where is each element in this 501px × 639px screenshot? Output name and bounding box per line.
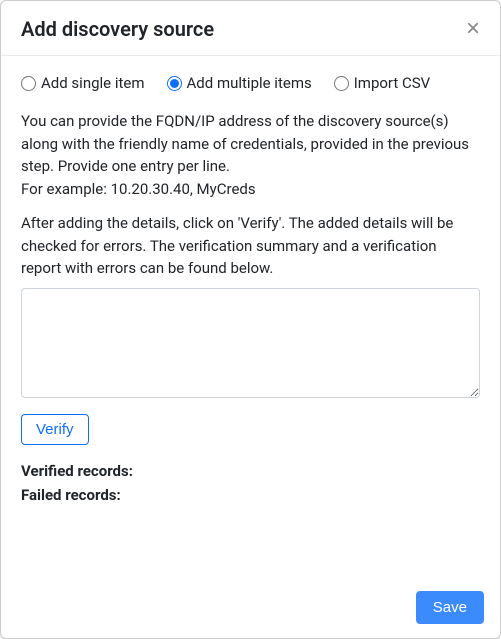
modal-header: Add discovery source × [1, 1, 500, 56]
radio-add-multiple-items[interactable]: Add multiple items [167, 74, 312, 92]
instructions-paragraph-1: You can provide the FQDN/IP address of t… [21, 110, 480, 200]
verify-button[interactable]: Verify [21, 414, 89, 445]
radio-csv-label: Import CSV [354, 74, 431, 92]
radio-single-label: Add single item [41, 74, 145, 92]
modal-body: Add single item Add multiple items Impor… [1, 56, 500, 579]
modal-footer: Save [1, 579, 500, 638]
failed-records-label: Failed records: [21, 486, 121, 504]
save-button[interactable]: Save [416, 591, 484, 624]
verified-records-label: Verified records: [21, 462, 133, 480]
instructions-main: You can provide the FQDN/IP address of t… [21, 112, 469, 175]
failed-records-row: Failed records: [21, 483, 480, 507]
radio-multiple-input[interactable] [167, 76, 182, 91]
textarea-container [21, 288, 480, 402]
discovery-sources-textarea[interactable] [21, 288, 480, 398]
instructions-example: For example: 10.20.30.40, MyCreds [21, 180, 256, 198]
instructions-paragraph-2: After adding the details, click on 'Veri… [21, 212, 480, 280]
mode-radio-group: Add single item Add multiple items Impor… [21, 74, 480, 92]
verified-records-row: Verified records: [21, 459, 480, 483]
modal-title: Add discovery source [21, 17, 214, 41]
radio-csv-input[interactable] [334, 76, 349, 91]
radio-multiple-label: Add multiple items [187, 74, 312, 92]
radio-single-input[interactable] [21, 76, 36, 91]
close-button[interactable]: × [466, 17, 480, 41]
radio-import-csv[interactable]: Import CSV [334, 74, 431, 92]
radio-add-single-item[interactable]: Add single item [21, 74, 145, 92]
records-summary: Verified records: Failed records: [21, 459, 480, 507]
add-discovery-source-modal: Add discovery source × Add single item A… [0, 0, 501, 639]
